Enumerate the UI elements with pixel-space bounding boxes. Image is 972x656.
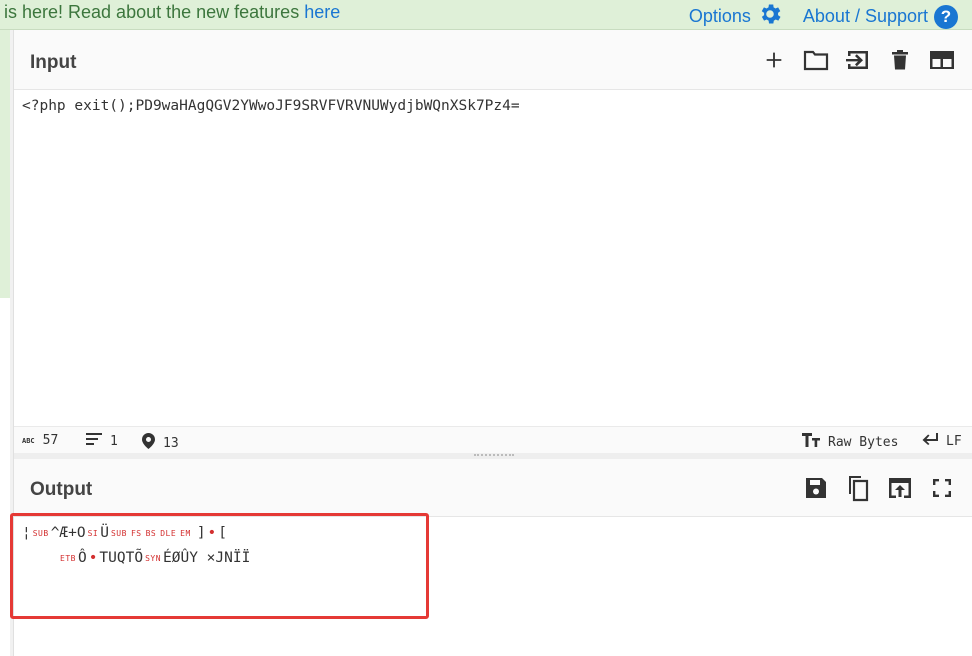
replace-input-icon[interactable] (886, 474, 914, 502)
eol-selector[interactable]: LF (922, 433, 962, 449)
notification-banner: is here! Read about the new features her… (0, 0, 972, 30)
top-links: Options About / Support ? (689, 1, 958, 32)
add-icon[interactable] (760, 46, 788, 74)
copy-icon[interactable] (844, 474, 872, 502)
input-toolbar (760, 46, 956, 74)
output-title: Output (30, 479, 93, 500)
banner-text: is here! Read about the new features her… (4, 2, 340, 23)
drag-handle[interactable] (474, 454, 514, 458)
help-icon: ? (934, 4, 958, 29)
abc-icon: ABC (22, 436, 35, 445)
output-toolbar (802, 474, 956, 502)
output-highlight-box (10, 513, 429, 619)
fullscreen-icon[interactable] (928, 474, 956, 502)
char-count: ABC 57 (22, 433, 58, 448)
gear-icon (757, 1, 783, 32)
load-file-icon[interactable] (844, 46, 872, 74)
line-count-value: 1 (110, 433, 118, 449)
format-label: Raw Bytes (828, 434, 899, 450)
input-header: Input (14, 30, 972, 90)
options-label: Options (688, 6, 751, 26)
cursor-position-value: 13 (163, 435, 179, 451)
cursor-position: 13 (142, 433, 179, 453)
location-pin-icon (142, 433, 155, 453)
banner-message: is here! Read about the new features (4, 2, 305, 22)
lines-icon (86, 433, 102, 449)
input-status-bar: ABC 57 1 13 Raw Bytes LF (14, 426, 972, 453)
about-label: About / Support (802, 6, 928, 26)
return-arrow-icon (922, 433, 938, 449)
char-count-value: 57 (42, 433, 59, 448)
input-textarea[interactable]: <?php exit();PD9waHAgQGV2YWwoJF9SRVFVRVN… (14, 90, 972, 426)
input-text: <?php exit();PD9waHAgQGV2YWwoJF9SRVFVRVN… (22, 98, 520, 114)
line-count: 1 (86, 433, 118, 449)
left-strip (0, 30, 10, 298)
format-selector[interactable]: Raw Bytes (802, 433, 898, 451)
output-header: Output (14, 459, 972, 517)
eol-label: LF (946, 433, 962, 449)
banner-link[interactable]: here (304, 2, 340, 22)
about-support-link[interactable]: About / Support ? (802, 4, 958, 29)
save-icon[interactable] (802, 474, 830, 502)
layout-icon[interactable] (928, 46, 956, 74)
open-folder-icon[interactable] (802, 46, 830, 74)
input-title: Input (30, 52, 77, 73)
delete-icon[interactable] (886, 46, 914, 74)
text-format-icon (802, 433, 820, 451)
options-link[interactable]: Options (689, 1, 783, 32)
